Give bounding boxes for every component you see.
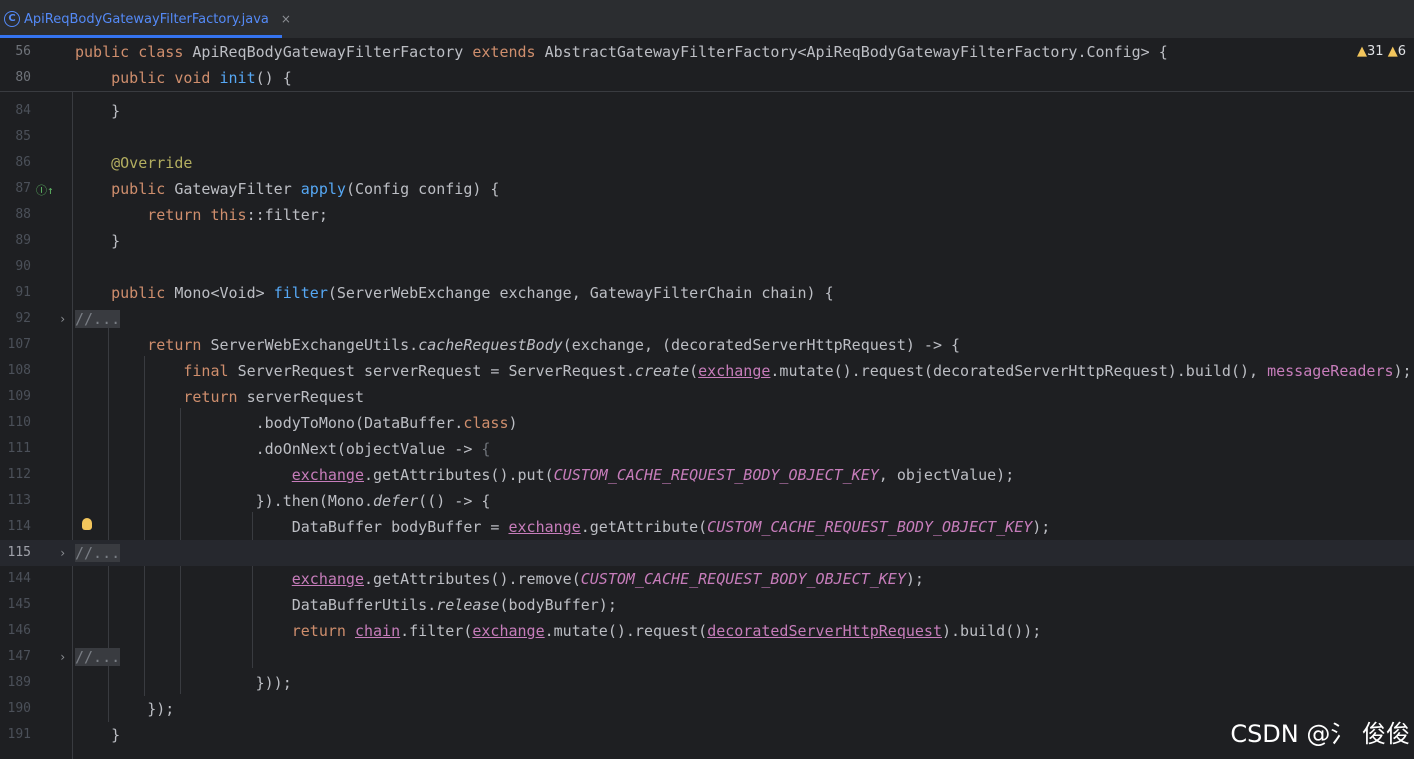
code-line[interactable]: 146 return chain.filter(exchange.mutate(…	[0, 618, 1414, 644]
code-text: return serverRequest	[183, 388, 364, 406]
code-line[interactable]: 109 return serverRequest	[0, 384, 1414, 410]
code-editor[interactable]: 84 } 85 86 @Override 87 Ⓘ↑ public Gateway…	[0, 39, 1414, 759]
line-number: 108	[7, 363, 31, 378]
weak-warning-icon: ▲	[1387, 44, 1398, 59]
code-text: public class ApiReqBodyGatewayFilterFact…	[75, 43, 1168, 61]
code-line[interactable]: 91 public Mono<Void> filter(ServerWebExc…	[0, 280, 1414, 306]
code-line[interactable]: 112 exchange.getAttributes().put(CUSTOM_…	[0, 462, 1414, 488]
code-line[interactable]: 144 exchange.getAttributes().remove(CUST…	[0, 566, 1414, 592]
code-line-current[interactable]: 115 › //...	[0, 540, 1414, 566]
sticky-lines-header: 56 public class ApiReqBodyGatewayFilterF…	[0, 39, 1414, 92]
code-line[interactable]: 84 }	[0, 98, 1414, 124]
code-line[interactable]: 86 @Override	[0, 150, 1414, 176]
code-text: }	[75, 232, 121, 250]
code-line[interactable]: 90	[0, 254, 1414, 280]
code-line[interactable]: 110 .bodyToMono(DataBuffer.class)	[0, 410, 1414, 436]
expand-fold-icon[interactable]: ›	[59, 306, 66, 332]
line-number: 85	[15, 129, 31, 144]
code-text: return this::filter;	[147, 206, 328, 224]
code-text: exchange.getAttributes().put(CUSTOM_CACH…	[291, 466, 1015, 484]
code-text: final ServerRequest serverRequest = Serv…	[183, 362, 1412, 380]
line-number: 110	[7, 415, 31, 430]
line-number: 115	[7, 545, 31, 560]
editor-tab-active[interactable]: C ApiReqBodyGatewayFilterFactory.java ×	[0, 0, 301, 38]
line-number: 56	[15, 44, 31, 59]
inspection-widget[interactable]: ▲31 ▲6	[1357, 39, 1406, 65]
code-text: DataBufferUtils.release(bodyBuffer);	[75, 596, 617, 614]
line-number: 87	[15, 181, 31, 196]
line-number: 84	[15, 103, 31, 118]
code-text: }	[75, 726, 121, 744]
line-number: 91	[15, 285, 31, 300]
line-number: 147	[7, 649, 31, 664]
code-text: }).then(Mono.defer(() -> {	[75, 492, 491, 510]
line-number: 90	[15, 259, 31, 274]
watermark: CSDN @氵 俊俊	[1230, 720, 1410, 748]
code-line[interactable]: 107 return ServerWebExchangeUtils.cacheR…	[0, 332, 1414, 358]
implements-method-icon[interactable]: Ⓘ↑	[36, 182, 54, 198]
code-line[interactable]: 190 });	[0, 696, 1414, 722]
code-line[interactable]: 92 › //...	[0, 306, 1414, 332]
sticky-line[interactable]: 80 public void init() {	[0, 65, 1414, 91]
code-text: });	[75, 700, 175, 718]
code-text: }));	[75, 674, 292, 692]
tab-label: ApiReqBodyGatewayFilterFactory.java	[24, 11, 269, 27]
code-text: return chain.filter(exchange.mutate().re…	[291, 622, 1042, 640]
code-text: public GatewayFilter apply(Config config…	[111, 180, 500, 198]
code-text: @Override	[111, 154, 193, 172]
code-text: .bodyToMono(DataBuffer.class)	[75, 414, 518, 432]
code-text: return ServerWebExchangeUtils.cacheReque…	[147, 336, 961, 354]
line-number: 80	[15, 70, 31, 85]
code-text: DataBuffer bodyBuffer = exchange.getAttr…	[75, 518, 1051, 536]
line-number: 88	[15, 207, 31, 222]
code-line[interactable]: 89 }	[0, 228, 1414, 254]
expand-fold-icon[interactable]: ›	[59, 540, 66, 566]
code-text: .doOnNext(objectValue -> {	[75, 440, 491, 458]
class-icon: C	[4, 11, 20, 27]
line-number: 114	[7, 519, 31, 534]
line-number: 189	[7, 675, 31, 690]
line-number: 113	[7, 493, 31, 508]
line-number: 107	[7, 337, 31, 352]
line-number: 86	[15, 155, 31, 170]
code-text: exchange.getAttributes().remove(CUSTOM_C…	[291, 570, 924, 588]
sticky-line[interactable]: 56 public class ApiReqBodyGatewayFilterF…	[0, 39, 1414, 65]
expand-fold-icon[interactable]: ›	[59, 644, 66, 670]
code-line[interactable]: 147 › //...	[0, 644, 1414, 670]
code-text: }	[75, 102, 121, 120]
code-line[interactable]: 191 }	[0, 722, 1414, 748]
code-text: public Mono<Void> filter(ServerWebExchan…	[111, 284, 834, 302]
code-text: public void init() {	[111, 69, 292, 87]
line-number: 109	[7, 389, 31, 404]
active-tab-indicator	[0, 35, 282, 38]
line-number: 191	[7, 727, 31, 742]
folded-region[interactable]: //...	[75, 644, 121, 670]
folded-region[interactable]: //...	[75, 306, 121, 332]
line-number: 145	[7, 597, 31, 612]
code-line[interactable]: 111 .doOnNext(objectValue -> {	[0, 436, 1414, 462]
weak-warning-count: 6	[1397, 44, 1406, 59]
code-line[interactable]: 87 Ⓘ↑ public GatewayFilter apply(Config c…	[0, 176, 1414, 202]
line-number: 144	[7, 571, 31, 586]
folded-region[interactable]: //...	[75, 540, 121, 566]
editor-tab-bar: C ApiReqBodyGatewayFilterFactory.java ×	[0, 0, 1414, 39]
code-line[interactable]: 145 DataBufferUtils.release(bodyBuffer);	[0, 592, 1414, 618]
code-line[interactable]: 85	[0, 124, 1414, 150]
line-number: 190	[7, 701, 31, 716]
code-line[interactable]: 114 DataBuffer bodyBuffer = exchange.get…	[0, 514, 1414, 540]
code-line[interactable]: 88 return this::filter;	[0, 202, 1414, 228]
line-number: 89	[15, 233, 31, 248]
line-number: 146	[7, 623, 31, 638]
line-number: 112	[7, 467, 31, 482]
code-line[interactable]: 189 }));	[0, 670, 1414, 696]
line-number: 92	[15, 311, 31, 326]
warning-icon: ▲	[1357, 44, 1368, 59]
line-number: 111	[7, 441, 31, 456]
warning-count: 31	[1367, 44, 1384, 59]
close-icon[interactable]: ×	[281, 12, 291, 26]
code-line[interactable]: 113 }).then(Mono.defer(() -> {	[0, 488, 1414, 514]
code-line[interactable]: 108 final ServerRequest serverRequest = …	[0, 358, 1414, 384]
